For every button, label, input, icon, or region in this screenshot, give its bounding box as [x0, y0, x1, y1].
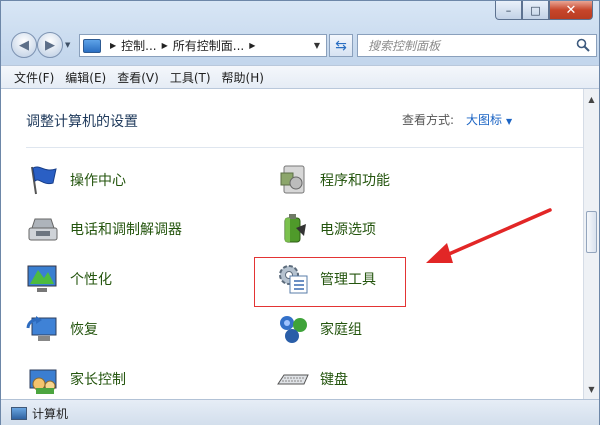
item-keyboard[interactable]: 键盘 — [276, 359, 348, 399]
programs-icon — [280, 165, 305, 194]
header-divider — [26, 147, 585, 148]
forward-button[interactable]: ▶ — [37, 32, 63, 58]
menu-tools[interactable]: 工具(T) — [165, 69, 216, 86]
navigation-bar: ◀ ▶ ▼ ▶ 控制... ▶ 所有控制面... ▶ ▼ ⇆ — [1, 29, 599, 65]
item-label: 电源选项 — [320, 222, 376, 238]
battery-icon — [284, 214, 306, 243]
item-power-options[interactable]: 电源选项 — [276, 209, 376, 249]
item-label: 恢复 — [70, 322, 98, 338]
view-by-value: 大图标 — [466, 113, 503, 127]
item-label: 程序和功能 — [320, 173, 390, 189]
back-button[interactable]: ◀ — [11, 32, 37, 58]
control-panel-window: – □ ✕ ◀ ▶ ▼ ▶ 控制... ▶ 所有控制面... ▶ ▼ ⇆ 文件(… — [0, 0, 600, 425]
phone-modem-icon — [28, 218, 58, 241]
recovery-icon — [26, 316, 57, 341]
item-recovery[interactable]: 恢复 — [26, 309, 98, 349]
refresh-button[interactable]: ⇆ — [329, 34, 353, 57]
breadcrumb-separator-icon[interactable]: ▶ — [249, 41, 255, 50]
menu-view[interactable]: 查看(V) — [112, 69, 164, 86]
item-label: 家庭组 — [320, 322, 362, 338]
search-box[interactable] — [357, 34, 597, 57]
menu-bar: 文件(F) 编辑(E) 查看(V) 工具(T) 帮助(H) — [1, 65, 599, 89]
flag-icon — [31, 166, 57, 195]
highlight-box — [254, 257, 406, 307]
item-programs-features[interactable]: 程序和功能 — [276, 160, 390, 200]
breadcrumb-separator-icon[interactable]: ▶ — [110, 41, 116, 50]
item-action-center[interactable]: 操作中心 — [26, 160, 126, 200]
personalize-icon — [27, 265, 57, 292]
forward-arrow-icon: ▶ — [45, 37, 55, 53]
item-parental-controls[interactable]: 家长控制 — [26, 359, 126, 399]
item-label: 个性化 — [70, 272, 112, 288]
item-personalization[interactable]: 个性化 — [26, 259, 112, 299]
scroll-thumb[interactable] — [586, 211, 597, 253]
minimize-button[interactable]: – — [495, 1, 522, 20]
view-by-dropdown[interactable]: 大图标 ▼ — [466, 111, 512, 128]
scroll-up-icon[interactable]: ▲ — [584, 91, 599, 107]
item-phone-modem[interactable]: 电话和调制解调器 — [26, 209, 182, 249]
menu-edit[interactable]: 编辑(E) — [60, 69, 111, 86]
window-controls: – □ ✕ — [495, 1, 593, 20]
item-label: 操作中心 — [70, 173, 126, 189]
item-label: 电话和调制解调器 — [70, 222, 182, 238]
chevron-down-icon: ▼ — [506, 117, 513, 126]
vertical-scrollbar[interactable]: ▲ ▼ — [583, 89, 599, 399]
back-arrow-icon: ◀ — [19, 37, 29, 53]
parental-control-icon — [29, 369, 57, 394]
address-bar[interactable]: ▶ 控制... ▶ 所有控制面... ▶ ▼ — [79, 34, 327, 57]
item-homegroup[interactable]: 家庭组 — [276, 309, 362, 349]
search-input[interactable] — [368, 38, 568, 53]
page-title: 调整计算机的设置 — [26, 114, 138, 130]
breadcrumb-all-items[interactable]: 所有控制面... — [173, 37, 244, 54]
menu-help[interactable]: 帮助(H) — [217, 69, 269, 86]
address-dropdown-icon[interactable]: ▼ — [314, 41, 320, 50]
search-icon[interactable] — [576, 38, 590, 52]
homegroup-icon — [280, 316, 307, 343]
maximize-button[interactable]: □ — [522, 1, 549, 20]
breadcrumb-separator-icon[interactable]: ▶ — [162, 41, 168, 50]
breadcrumb-control-panel[interactable]: 控制... — [121, 37, 156, 54]
status-bar: 计算机 — [1, 399, 599, 425]
refresh-icon: ⇆ — [335, 37, 347, 54]
view-by-label: 查看方式: — [402, 113, 455, 127]
status-text: 计算机 — [32, 406, 69, 421]
computer-icon — [11, 406, 27, 420]
control-panel-icon — [83, 38, 101, 53]
close-button[interactable]: ✕ — [549, 1, 593, 20]
menu-file[interactable]: 文件(F) — [9, 69, 59, 86]
scroll-down-icon[interactable]: ▼ — [584, 381, 599, 397]
content-pane: 调整计算机的设置 查看方式: 大图标 ▼ 操作中心 程序和功能 电话和调制解调器… — [1, 89, 585, 399]
keyboard-icon — [277, 374, 309, 385]
item-label: 键盘 — [320, 372, 348, 388]
item-label: 家长控制 — [70, 372, 126, 388]
recent-pages-dropdown[interactable]: ▼ — [65, 41, 70, 49]
